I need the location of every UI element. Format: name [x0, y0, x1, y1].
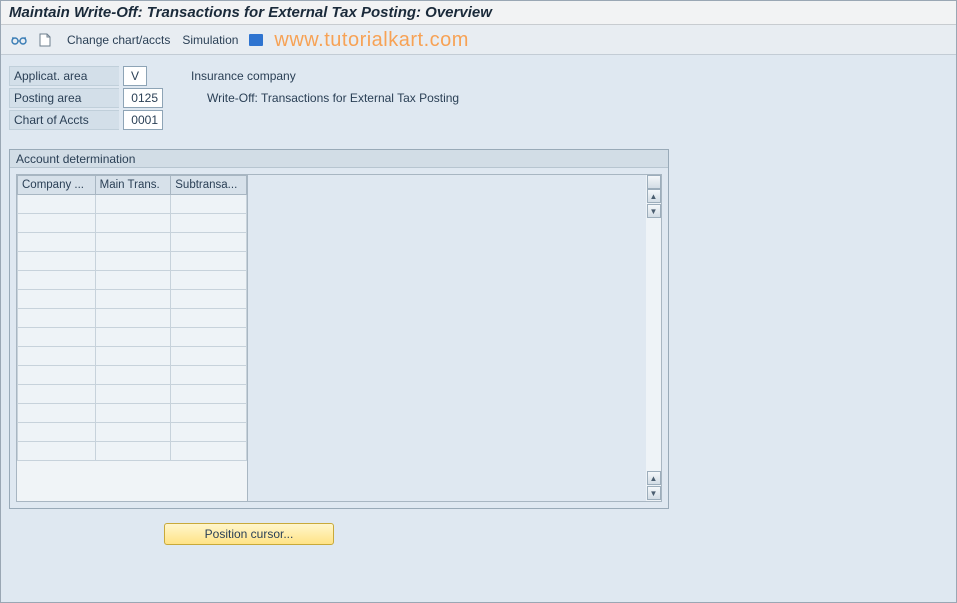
table-cell[interactable]: [171, 309, 247, 328]
col-main-trans[interactable]: Main Trans.: [95, 176, 171, 195]
table-cell[interactable]: [95, 404, 171, 423]
simulation-button[interactable]: Simulation: [182, 33, 238, 47]
table-cell[interactable]: [95, 252, 171, 271]
panel-title: Account determination: [10, 150, 668, 168]
table-cell[interactable]: [171, 195, 247, 214]
table-cell[interactable]: [18, 385, 96, 404]
table-cell[interactable]: [95, 366, 171, 385]
table-cell[interactable]: [95, 290, 171, 309]
table-row[interactable]: [18, 233, 247, 252]
table-cell[interactable]: [171, 233, 247, 252]
col-company[interactable]: Company ...: [18, 176, 96, 195]
table-cell[interactable]: [171, 404, 247, 423]
table-cell[interactable]: [18, 404, 96, 423]
label-chart-of-accts: Chart of Accts: [9, 110, 119, 130]
table-row[interactable]: [18, 385, 247, 404]
glasses-detail-icon[interactable]: [9, 30, 29, 50]
sap-window: Maintain Write-Off: Transactions for Ext…: [0, 0, 957, 603]
table-cell[interactable]: [171, 442, 247, 461]
grid-header-row: Company ... Main Trans. Subtransa...: [18, 176, 247, 195]
table-cell[interactable]: [171, 214, 247, 233]
scroll-down-bottom-icon[interactable]: ▼: [647, 486, 661, 500]
watermark-text: www.tutorialkart.com: [274, 29, 469, 52]
table-cell[interactable]: [95, 309, 171, 328]
table-cell[interactable]: [171, 290, 247, 309]
table-cell[interactable]: [18, 309, 96, 328]
scroll-up-bottom-icon[interactable]: ▲: [647, 471, 661, 485]
table-cell[interactable]: [95, 195, 171, 214]
table-row[interactable]: [18, 271, 247, 290]
table-cell[interactable]: [18, 347, 96, 366]
table-row[interactable]: [18, 290, 247, 309]
table-cell[interactable]: [171, 423, 247, 442]
table-cell[interactable]: [95, 214, 171, 233]
table-cell[interactable]: [171, 347, 247, 366]
input-posting-area[interactable]: [123, 88, 163, 108]
desc-applicat-area: Insurance company: [191, 69, 296, 83]
scroll-thumb[interactable]: [647, 175, 661, 189]
scroll-up-icon[interactable]: ▲: [647, 189, 661, 203]
content-area: Applicat. area Insurance company Posting…: [1, 55, 956, 602]
table-cell[interactable]: [18, 442, 96, 461]
table-cell[interactable]: [171, 252, 247, 271]
table-row[interactable]: [18, 214, 247, 233]
table-row[interactable]: [18, 328, 247, 347]
col-subtransa[interactable]: Subtransa...: [171, 176, 247, 195]
table-cell[interactable]: [18, 290, 96, 309]
label-applicat-area: Applicat. area: [9, 66, 119, 86]
table-cell[interactable]: [95, 233, 171, 252]
input-applicat-area[interactable]: [123, 66, 147, 86]
table-cell[interactable]: [18, 252, 96, 271]
grid-empty-area: [248, 174, 646, 502]
table-cell[interactable]: [18, 423, 96, 442]
table-cell[interactable]: [18, 195, 96, 214]
table-cell[interactable]: [18, 271, 96, 290]
page-title: Maintain Write-Off: Transactions for Ext…: [1, 1, 956, 25]
app-toolbar: Change chart/accts Simulation www.tutori…: [1, 25, 956, 55]
table-cell[interactable]: [95, 328, 171, 347]
table-cell[interactable]: [95, 442, 171, 461]
table-cell[interactable]: [171, 366, 247, 385]
change-chart-accts-button[interactable]: Change chart/accts: [67, 33, 170, 47]
table-cell[interactable]: [95, 347, 171, 366]
vertical-scrollbar[interactable]: ▲ ▼ ▲ ▼: [646, 174, 662, 502]
account-determination-panel: Account determination Company ... Main T…: [9, 149, 669, 509]
grid-table[interactable]: Company ... Main Trans. Subtransa...: [17, 175, 247, 461]
table-cell[interactable]: [18, 214, 96, 233]
info-icon[interactable]: [246, 30, 266, 50]
grid-table-wrap: Company ... Main Trans. Subtransa...: [16, 174, 248, 502]
table-cell[interactable]: [171, 271, 247, 290]
table-row[interactable]: [18, 347, 247, 366]
new-page-icon[interactable]: [35, 30, 55, 50]
field-row-chart-of-accts: Chart of Accts: [9, 109, 948, 131]
table-cell[interactable]: [18, 366, 96, 385]
input-chart-of-accts[interactable]: [123, 110, 163, 130]
table-cell[interactable]: [18, 233, 96, 252]
table-row[interactable]: [18, 423, 247, 442]
table-row[interactable]: [18, 252, 247, 271]
field-row-posting-area: Posting area Write-Off: Transactions for…: [9, 87, 948, 109]
table-row[interactable]: [18, 309, 247, 328]
table-cell[interactable]: [171, 385, 247, 404]
table-cell[interactable]: [95, 271, 171, 290]
desc-posting-area: Write-Off: Transactions for External Tax…: [207, 91, 459, 105]
table-cell[interactable]: [95, 423, 171, 442]
table-row[interactable]: [18, 404, 247, 423]
table-row[interactable]: [18, 442, 247, 461]
field-row-applicat-area: Applicat. area Insurance company: [9, 65, 948, 87]
scroll-down-icon[interactable]: ▼: [647, 204, 661, 218]
panel-body: Company ... Main Trans. Subtransa... ▲: [10, 168, 668, 508]
table-cell[interactable]: [95, 385, 171, 404]
table-row[interactable]: [18, 195, 247, 214]
table-cell[interactable]: [171, 328, 247, 347]
position-cursor-button[interactable]: Position cursor...: [164, 523, 334, 545]
table-row[interactable]: [18, 366, 247, 385]
label-posting-area: Posting area: [9, 88, 119, 108]
table-cell[interactable]: [18, 328, 96, 347]
